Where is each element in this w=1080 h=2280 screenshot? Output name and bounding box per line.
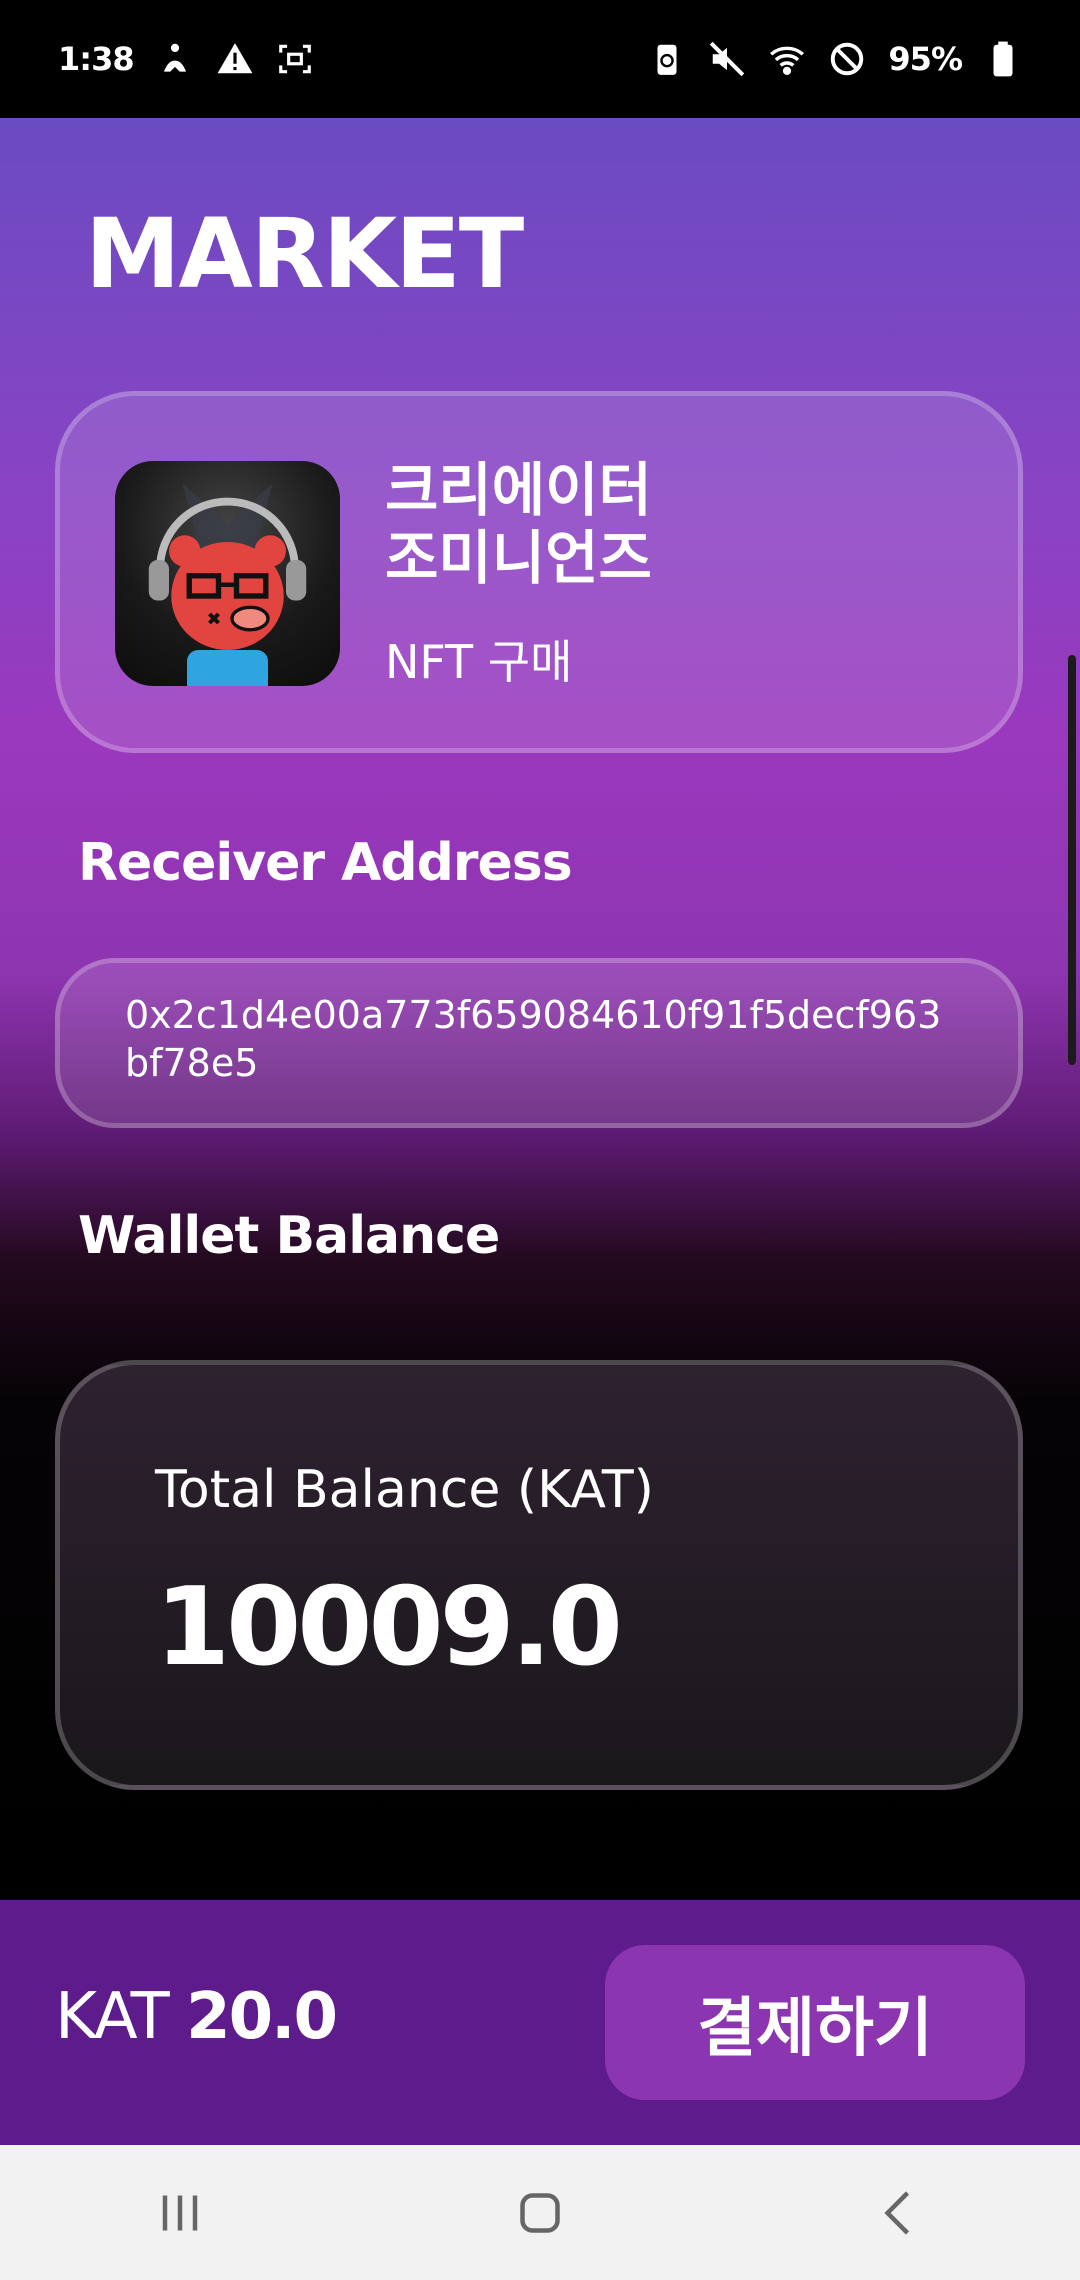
home-icon[interactable] xyxy=(505,2178,575,2248)
page-title: MARKET xyxy=(85,198,524,310)
warning-icon xyxy=(216,40,254,78)
market-screen: MARKET 크리에이터 조미니언즈 NFT 구매 Receiver Addre xyxy=(0,118,1080,1900)
screen-record-icon xyxy=(276,40,314,78)
receiver-address-field[interactable]: 0x2c1d4e00a773f659084610f91f5decf963bf78… xyxy=(55,958,1023,1128)
battery-icon xyxy=(984,40,1022,78)
battery-percent: 95% xyxy=(888,40,963,78)
product-subtitle: NFT 구매 xyxy=(385,635,573,689)
price-total: KAT 20.0 xyxy=(55,1980,338,2054)
recent-apps-icon[interactable] xyxy=(145,2178,215,2248)
balance-card: Total Balance (KAT) 10009.0 xyxy=(55,1360,1023,1790)
status-left: 1:38 xyxy=(58,40,314,78)
balance-caption: Total Balance (KAT) xyxy=(155,1460,654,1520)
price-currency: KAT xyxy=(55,1980,170,2054)
wallet-balance-label: Wallet Balance xyxy=(78,1206,500,1266)
wifi-icon xyxy=(768,40,806,78)
do-not-disturb-icon xyxy=(828,40,866,78)
status-time: 1:38 xyxy=(58,40,135,78)
mute-icon xyxy=(708,40,746,78)
pay-button[interactable]: 결제하기 xyxy=(605,1945,1025,2100)
receiver-address-label: Receiver Address xyxy=(78,833,573,893)
product-card: 크리에이터 조미니언즈 NFT 구매 xyxy=(55,391,1023,753)
product-name: 크리에이터 조미니언즈 xyxy=(385,456,652,592)
battery-saver-icon xyxy=(648,40,686,78)
accessibility-icon xyxy=(156,40,194,78)
back-icon[interactable] xyxy=(865,2178,935,2248)
bear-headphones-avatar-icon xyxy=(115,461,340,686)
status-bar: 1:38 95% xyxy=(0,0,1080,118)
scroll-handle[interactable] xyxy=(1068,655,1076,1065)
receiver-address-value: 0x2c1d4e00a773f659084610f91f5decf963bf78… xyxy=(125,993,942,1085)
checkout-bar: KAT 20.0 결제하기 xyxy=(0,1900,1080,2145)
status-right: 95% xyxy=(648,40,1022,78)
balance-value: 10009.0 xyxy=(155,1565,623,1690)
price-amount: 20.0 xyxy=(186,1980,338,2054)
system-nav-bar xyxy=(0,2145,1080,2280)
